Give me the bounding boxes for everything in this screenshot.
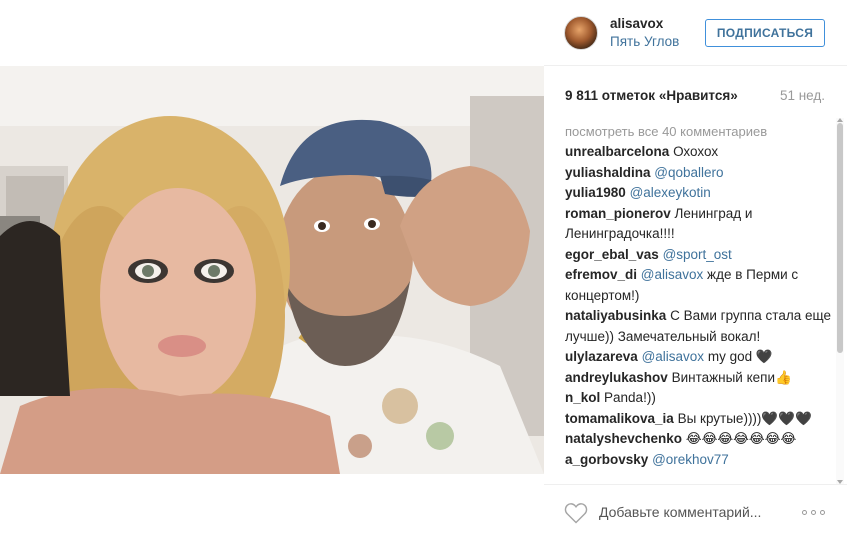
comment-text: Винтажный кепи👍	[671, 369, 792, 385]
more-options-icon[interactable]	[802, 510, 826, 516]
comment-input[interactable]	[599, 502, 799, 522]
username-link[interactable]: alisavox	[610, 16, 663, 31]
comment-mention[interactable]: @sport_ost	[663, 247, 732, 262]
comment-item: egor_ebal_vas @sport_ost	[565, 245, 831, 266]
post-time[interactable]: 51 нед.	[780, 88, 825, 103]
comment-text: Panda!))	[604, 390, 656, 405]
comment-item: unrealbarcelona Охохох	[565, 142, 831, 163]
comment-username[interactable]: natalyshevchenko	[565, 431, 682, 446]
location-link[interactable]: Пять Углов	[610, 34, 679, 49]
comment-username[interactable]: ulylazareva	[565, 349, 638, 364]
post-photo-image	[0, 66, 544, 474]
comment-item: roman_pionerov Ленинград и Ленинградочка…	[565, 204, 831, 245]
likes-row: 9 811 отметок «Нравится» 51 нед.	[565, 88, 827, 106]
heart-outline-icon[interactable]	[564, 502, 588, 524]
comment-mention[interactable]: @alisavox	[642, 349, 704, 364]
comment-username[interactable]: nataliyabusinka	[565, 308, 666, 323]
comment-username[interactable]: yuliashaldina	[565, 165, 651, 180]
follow-button[interactable]: ПОДПИСАТЬСЯ	[705, 19, 825, 47]
comment-item: efremov_di @alisavox жде в Перми с конце…	[565, 265, 831, 306]
scrollbar-thumb[interactable]	[837, 123, 843, 353]
post-side-panel: alisavox Пять Углов ПОДПИСАТЬСЯ 9 811 от…	[544, 0, 847, 541]
comment-item: yuliashaldina @qoballero	[565, 163, 831, 184]
comment-text: Охохох	[673, 144, 719, 159]
comment-mention[interactable]: @alexeykotin	[630, 185, 711, 200]
comment-username[interactable]: tomamalikova_ia	[565, 411, 674, 426]
comment-username[interactable]: efremov_di	[565, 267, 637, 282]
comment-item: natalyshevchenko 😂😂😂😂😂😂😂	[565, 429, 831, 450]
comment-item: ulylazareva @alisavox my god 🖤	[565, 347, 831, 368]
comment-mention[interactable]: @orekhov77	[652, 452, 729, 467]
post-photo[interactable]	[0, 66, 544, 474]
comment-mention[interactable]: @qoballero	[654, 165, 723, 180]
comment-username[interactable]: n_kol	[565, 390, 600, 405]
post-header: alisavox Пять Углов ПОДПИСАТЬСЯ	[544, 0, 847, 66]
comment-username[interactable]: roman_pionerov	[565, 206, 671, 221]
comment-item: n_kol Panda!))	[565, 388, 831, 409]
comment-username[interactable]: yulia1980	[565, 185, 626, 200]
comment-text: Вы крутые))))🖤🖤🖤	[677, 410, 812, 426]
post-footer	[544, 484, 847, 541]
comment-username[interactable]: a_gorbovsky	[565, 452, 648, 467]
comment-item: nataliyabusinka С Вами группа стала еще …	[565, 306, 831, 347]
comment-item: yulia1980 @alexeykotin	[565, 183, 831, 204]
comments-list: посмотреть все 40 комментариев unrealbar…	[565, 122, 831, 482]
comment-item: tomamalikova_ia Вы крутые))))🖤🖤🖤	[565, 409, 831, 430]
view-all-comments-link[interactable]: посмотреть все 40 комментариев	[565, 122, 831, 142]
comment-text: my god 🖤	[707, 349, 773, 364]
comment-username[interactable]: egor_ebal_vas	[565, 247, 659, 262]
comment-item: a_gorbovsky @orekhov77	[565, 450, 831, 471]
comment-mention[interactable]: @alisavox	[641, 267, 703, 282]
comment-username[interactable]: unrealbarcelona	[565, 144, 669, 159]
scroll-up-icon[interactable]	[837, 118, 843, 122]
comment-text: 😂😂😂😂😂😂😂	[685, 431, 797, 446]
comments-scrollbar[interactable]	[836, 118, 844, 484]
comment-username[interactable]: andreylukashov	[565, 370, 668, 385]
likes-count[interactable]: 9 811 отметок «Нравится»	[565, 88, 738, 103]
comment-item: andreylukashov Винтажный кепи👍	[565, 368, 831, 389]
avatar[interactable]	[564, 16, 598, 50]
